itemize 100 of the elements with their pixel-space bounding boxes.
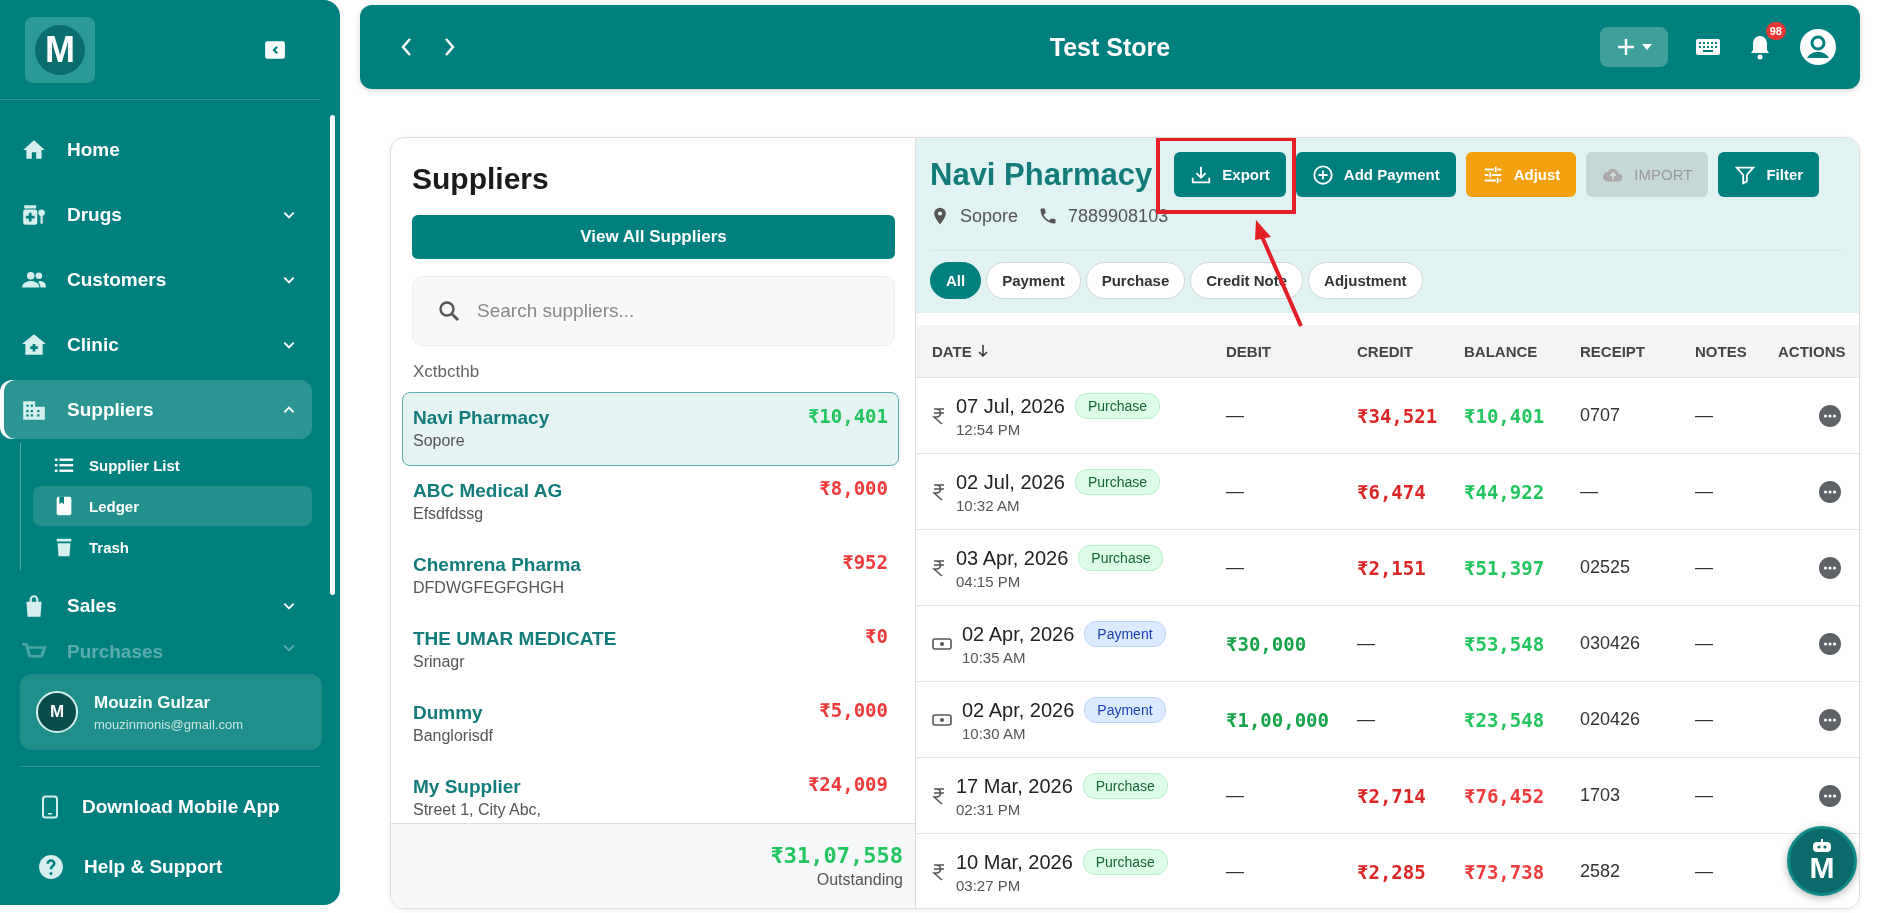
debit-cell-text: — [1226, 405, 1245, 426]
supplier-item[interactable]: Chemrena Pharma DFDWGFEGFGHGH ₹952 [402, 540, 899, 614]
action-button[interactable]: Filter [1718, 152, 1820, 197]
balance-cell-text: ₹53,548 [1464, 632, 1546, 655]
debit-cell-text: — [1226, 481, 1245, 502]
notification-bell-icon[interactable] [1748, 34, 1772, 60]
supplier-item[interactable]: Navi Pharmacy Sopore ₹10,401 [402, 392, 899, 466]
user-email: mouzinmonis@gmail.com [94, 716, 244, 732]
search-field[interactable]: Search suppliers... [412, 276, 895, 346]
entry-date: 02 Jul, 2026 [956, 470, 1065, 494]
filter-chip[interactable]: Adjustment [1308, 262, 1423, 299]
debit-cell-text: — [1226, 557, 1245, 578]
panel-title: Suppliers [412, 162, 550, 196]
supplier-title: Navi Pharmacy [930, 156, 1153, 193]
receipt-cell-text: 02525 [1580, 557, 1632, 578]
rupee-icon [932, 862, 946, 881]
supplier-phone: 7889908103 [1068, 205, 1169, 227]
column-header[interactable]: DATE [932, 342, 972, 360]
sidebar-link[interactable]: Help & Support [20, 837, 320, 897]
supplier-balance: ₹0 [865, 625, 888, 647]
balance-cell-text: ₹51,397 [1464, 556, 1546, 579]
column-header[interactable]: NOTES [1695, 342, 1747, 360]
forward-icon[interactable] [444, 37, 456, 57]
notes-cell-text: — [1695, 405, 1714, 426]
supplier-item[interactable]: ABC Medical AG Efsdfdssg ₹8,000 [402, 466, 899, 540]
nav-item[interactable]: Clinic [4, 315, 312, 374]
entry-time: 02:31 PM [956, 801, 1022, 818]
keyboard-icon[interactable] [1696, 39, 1720, 55]
more-icon[interactable] [1819, 404, 1841, 427]
supplier-item[interactable]: My Supplier Street 1, City Abc, ₹24,009 [402, 762, 899, 823]
more-icon[interactable] [1819, 556, 1841, 579]
rupee-icon [932, 482, 946, 501]
user-card[interactable]: M Mouzin Gulzar mouzinmonis@gmail.com [20, 674, 322, 750]
receipt-cell-text: 030426 [1580, 633, 1642, 654]
scrollbar[interactable] [330, 115, 335, 595]
receipt-cell-text: 2582 [1580, 861, 1622, 882]
more-icon[interactable] [1819, 632, 1841, 655]
credit-cell-text: ₹6,474 [1357, 480, 1427, 503]
nav-item[interactable]: Home [4, 120, 312, 179]
supplier-item[interactable]: Dummy Banglorisdf ₹5,000 [402, 688, 899, 762]
supplier-name: Chemrena Pharma [413, 553, 581, 576]
notes-cell-text: — [1695, 861, 1714, 882]
notes-cell-text: — [1695, 481, 1714, 502]
rupee-icon [932, 558, 946, 577]
cash-icon [932, 636, 952, 651]
entry-type-tag: Purchase [1075, 469, 1161, 495]
entry-time: 12:54 PM [956, 421, 1022, 438]
receipt-cell-text: — [1580, 481, 1599, 502]
back-icon[interactable] [400, 37, 412, 57]
column-header[interactable]: DEBIT [1226, 342, 1271, 360]
account-icon[interactable] [1800, 29, 1836, 65]
credit-cell-text: — [1357, 633, 1376, 654]
more-icon[interactable] [1819, 708, 1841, 731]
supplier-address: Banglorisdf [413, 726, 494, 745]
filter-chip[interactable]: Payment [986, 262, 1081, 299]
nav-item[interactable]: Drugs [4, 185, 312, 244]
supplier-address: DFDWGFEGFGHGH [413, 578, 566, 597]
entry-time: 10:30 AM [962, 725, 1027, 742]
action-button[interactable]: Export [1174, 152, 1286, 197]
logo[interactable]: M [25, 17, 95, 83]
entry-type-tag: Payment [1084, 621, 1166, 647]
nav-subitem[interactable]: Trash [33, 527, 312, 567]
notes-cell-text: — [1695, 633, 1714, 654]
more-icon[interactable] [1819, 784, 1841, 807]
sidebar-collapse-icon[interactable] [264, 39, 286, 61]
more-icon[interactable] [1819, 480, 1841, 503]
supplier-item[interactable]: THE UMAR MEDICATE Srinagr ₹0 [402, 614, 899, 688]
view-all-suppliers-button[interactable]: View All Suppliers [412, 215, 895, 259]
supplier-name: My Supplier [413, 775, 522, 798]
outstanding-label: Outstanding [816, 871, 903, 889]
entry-type-tag: Purchase [1078, 545, 1164, 571]
column-header[interactable]: ACTIONS [1778, 342, 1846, 360]
plus-icon [1616, 37, 1636, 57]
receipt-cell-text: 0707 [1580, 405, 1622, 426]
sort-arrow-icon[interactable] [977, 345, 988, 357]
entry-date: 02 Apr, 2026 [962, 698, 1075, 722]
nav-item[interactable]: Sales [4, 576, 312, 635]
nav-subitem[interactable]: Supplier List [33, 445, 312, 485]
entry-type-tag: Purchase [1075, 393, 1161, 419]
entry-date: 02 Apr, 2026 [962, 622, 1075, 646]
nav-item[interactable]: Customers [4, 250, 312, 309]
robot-icon [1810, 839, 1834, 853]
supplier-address: Efsdfdssg [413, 504, 485, 523]
supplier-address: Sopore [413, 431, 466, 450]
sidebar-link[interactable]: Download Mobile App [20, 777, 320, 837]
filter-chip[interactable]: Purchase [1085, 262, 1186, 299]
add-menu-button[interactable] [1600, 27, 1668, 67]
action-button[interactable]: Add Payment [1295, 152, 1456, 197]
receipt-cell-text: 020426 [1580, 709, 1642, 730]
column-header[interactable]: BALANCE [1464, 342, 1538, 360]
user-avatar: M [36, 691, 78, 733]
notes-cell-text: — [1695, 785, 1714, 806]
column-header[interactable]: CREDIT [1357, 342, 1413, 360]
balance-cell-text: ₹23,548 [1464, 708, 1546, 731]
supplier-balance: ₹5,000 [819, 699, 888, 721]
nav-subitem[interactable]: Ledger [33, 486, 312, 526]
filter-chip[interactable]: All [930, 262, 982, 299]
column-header[interactable]: RECEIPT [1580, 342, 1645, 360]
credit-cell-text: ₹2,285 [1357, 860, 1427, 883]
debit-cell-text: — [1226, 785, 1245, 806]
